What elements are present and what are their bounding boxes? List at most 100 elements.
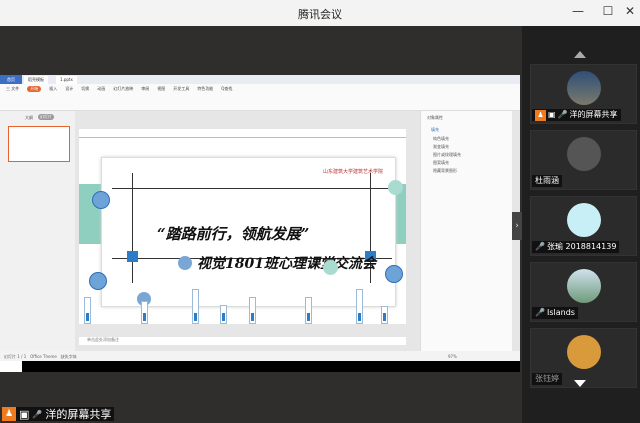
decor-building xyxy=(305,297,312,324)
menu-item[interactable]: 幻灯片放映 xyxy=(113,86,133,92)
participant-name: 杜雨涵 xyxy=(535,176,559,185)
mic-muted-icon: 🎤 xyxy=(32,409,43,419)
participant-name: Islands xyxy=(546,308,575,317)
wps-status-bar: 幻灯片 1 / 1 Office Theme 缺失字体 97% xyxy=(0,351,520,361)
menu-item[interactable]: 动画 xyxy=(97,86,105,92)
decor-building xyxy=(381,306,388,324)
slide-frame: 山东建筑大学建筑艺术学院 “踏路前行，领航发展” 视觉1801班心理课堂交流会 xyxy=(101,157,396,307)
participant-tile[interactable]: 🎤 张瑜 2018814139 xyxy=(530,196,637,256)
sharer-name: 洋的屏幕共享 xyxy=(45,408,112,421)
avatar xyxy=(567,203,601,237)
window-title: 腾讯会议 xyxy=(298,8,342,21)
menu-item[interactable]: 开发工具 xyxy=(173,86,189,92)
fill-option[interactable]: 图片或纹理填充 xyxy=(421,151,512,159)
scroll-down-icon[interactable] xyxy=(574,380,586,387)
host-icon: ♟ xyxy=(2,407,16,421)
minimize-button[interactable]: — xyxy=(568,4,588,18)
fill-option[interactable]: 隐藏背景图形 xyxy=(421,167,512,175)
zoom-level[interactable]: 97% xyxy=(448,354,457,359)
decor-circle xyxy=(385,265,403,283)
avatar xyxy=(567,71,601,105)
screen-share-icon: ▣ xyxy=(548,110,556,119)
menu-item[interactable]: 切换 xyxy=(81,86,89,92)
menu-item[interactable]: 开始 xyxy=(27,85,42,92)
expand-sidebar-button[interactable]: › xyxy=(512,212,522,240)
wps-tab[interactable]: 稻壳模板 xyxy=(24,76,48,84)
participant-label: 🎤 Islands xyxy=(532,307,578,319)
wps-tab[interactable]: 1.pptx xyxy=(56,76,77,84)
close-button[interactable]: ✕ xyxy=(620,4,640,18)
host-icon: ♟ xyxy=(535,109,546,121)
decor-square xyxy=(127,251,138,262)
menu-item[interactable]: Q查找 xyxy=(221,86,232,92)
menu-item[interactable]: 视图 xyxy=(157,86,165,92)
decor-circle xyxy=(323,260,338,275)
participant-label: 杜雨涵 xyxy=(532,175,562,187)
screen-edge xyxy=(22,361,520,372)
decor-building xyxy=(220,305,227,324)
participant-sidebar: ♟ ▣ 🎤 洋的屏幕共享 杜雨涵 🎤 张瑜 2018814139 🎤 Islands 张钰… xyxy=(522,26,640,423)
wps-workspace: 大纲 幻灯片 山东建筑大学建筑艺术学院 “踏路前行，领航发展” 视觉1801班心… xyxy=(0,111,520,351)
slide-canvas[interactable]: 山东建筑大学建筑艺术学院 “踏路前行，领航发展” 视觉1801班心理课堂交流会 xyxy=(79,129,406,324)
participant-name: 洋的屏幕共享 xyxy=(569,110,618,119)
outline-tab[interactable]: 大纲 xyxy=(25,115,33,121)
mic-muted-icon: 🎤 xyxy=(535,242,545,251)
wps-tab-bar: 首页 稻壳模板 1.pptx xyxy=(0,75,520,84)
participant-tile[interactable]: 张钰婷 xyxy=(530,328,637,388)
decor-building xyxy=(84,297,91,324)
participant-tile[interactable]: ♟ ▣ 🎤 洋的屏幕共享 xyxy=(530,64,637,124)
menu-item[interactable]: 特色功能 xyxy=(197,86,213,92)
panel-title: 对象属性 xyxy=(427,115,443,120)
participant-name: 张钰婷 xyxy=(535,374,559,383)
wps-toolbar xyxy=(0,93,520,111)
avatar xyxy=(567,137,601,171)
participant-name: 张瑜 2018814139 xyxy=(546,242,617,251)
maximize-button[interactable]: ☐ xyxy=(598,4,618,18)
participant-label: ♟ ▣ 🎤 洋的屏幕共享 xyxy=(532,109,621,121)
participant-tile[interactable]: 🎤 Islands xyxy=(530,262,637,322)
decor-building xyxy=(356,289,363,324)
fill-option[interactable]: 纯色填充 xyxy=(421,135,512,143)
properties-panel: 对象属性 填充 纯色填充 渐变填充 图片或纹理填充 图案填充 隐藏背景图形 xyxy=(420,111,512,351)
title-bar: 腾讯会议 — ☐ ✕ xyxy=(0,0,640,26)
slides-tab[interactable]: 幻灯片 xyxy=(38,114,54,120)
frame-line xyxy=(112,188,392,189)
fill-option[interactable]: 渐变填充 xyxy=(421,143,512,151)
decor-circle xyxy=(388,180,403,195)
menu-item[interactable]: 审阅 xyxy=(141,86,149,92)
screen-edge xyxy=(0,361,22,372)
school-logo: 山东建筑大学建筑艺术学院 xyxy=(322,169,383,175)
slide-subtitle: 视觉1801班心理课堂交流会 xyxy=(197,256,376,272)
missing-fonts[interactable]: 缺失字体 xyxy=(61,354,77,359)
avatar xyxy=(567,335,601,369)
fill-option[interactable]: 图案填充 xyxy=(421,159,512,167)
shared-screen: 首页 稻壳模板 1.pptx 三 文件 开始 插入 设计 切换 动画 幻灯片放映… xyxy=(0,75,520,361)
participant-label: 张钰婷 xyxy=(532,373,562,385)
thumbnail-pane: 大纲 幻灯片 xyxy=(0,111,75,351)
menu-item[interactable]: 插入 xyxy=(49,86,57,92)
participant-label: 🎤 张瑜 2018814139 xyxy=(532,241,620,253)
decor-circle xyxy=(92,191,110,209)
wps-home-tab[interactable]: 首页 xyxy=(0,75,22,84)
screen-share-icon: ▣ xyxy=(19,407,30,421)
notes-field[interactable]: 单击此处添加备注 xyxy=(79,337,406,345)
mic-muted-icon: 🎤 xyxy=(535,308,545,317)
decor-circle xyxy=(89,272,107,290)
main-video-label: ♟ ▣ 🎤 洋的屏幕共享 xyxy=(2,407,115,421)
slide-title: “踏路前行，领航发展” xyxy=(157,225,310,243)
decor-building xyxy=(141,301,148,324)
frame-line xyxy=(132,173,133,283)
avatar xyxy=(567,269,601,303)
decor-building xyxy=(192,289,199,324)
slide-thumbnail[interactable] xyxy=(8,126,70,162)
scroll-up-icon[interactable] xyxy=(574,51,586,58)
menu-item[interactable]: 设计 xyxy=(65,86,73,92)
theme-name: Office Theme xyxy=(30,354,57,359)
decor-building xyxy=(249,297,256,324)
participant-tile[interactable]: 杜雨涵 xyxy=(530,130,637,190)
decor-circle xyxy=(178,256,192,270)
mic-muted-icon: 🎤 xyxy=(557,110,568,119)
panel-tab-fill[interactable]: 填充 xyxy=(421,125,512,135)
decor-line xyxy=(79,137,406,138)
menu-item[interactable]: 三 文件 xyxy=(6,86,19,92)
